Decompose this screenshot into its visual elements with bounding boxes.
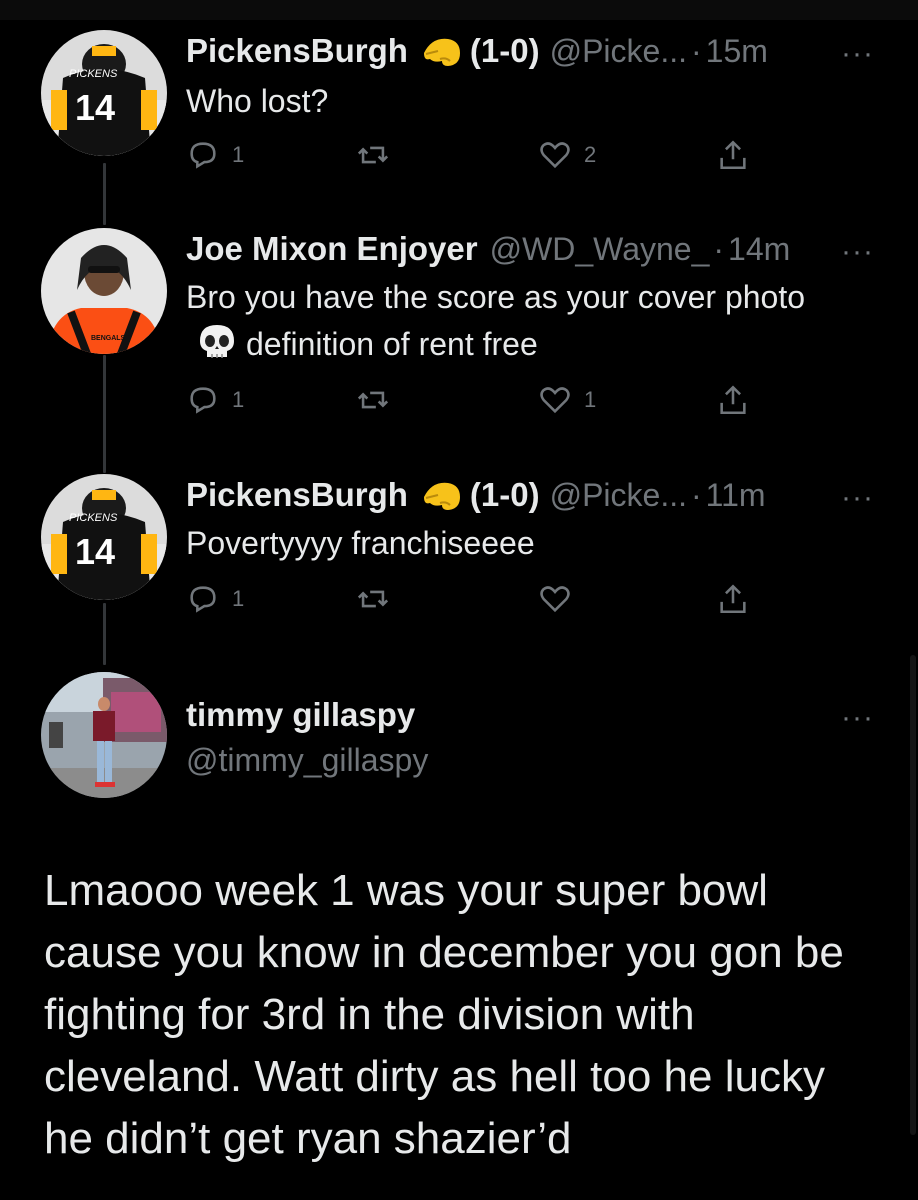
like-count: 2 bbox=[584, 142, 597, 167]
display-name[interactable]: PickensBurgh bbox=[186, 476, 408, 514]
display-name[interactable]: PickensBurgh bbox=[186, 32, 408, 70]
handle[interactable]: @Picke... bbox=[550, 477, 687, 514]
separator-dot: · bbox=[691, 476, 702, 513]
like-count: 1 bbox=[584, 387, 597, 412]
avatar-label: BENGALS bbox=[91, 335, 126, 342]
avatar[interactable]: PICKENS 14 bbox=[41, 30, 167, 156]
share-button[interactable] bbox=[716, 138, 762, 172]
tweet-text: Who lost? bbox=[186, 83, 329, 119]
like-button[interactable]: 1 bbox=[538, 383, 596, 417]
avatar-image: PICKENS 14 bbox=[41, 474, 167, 600]
more-icon[interactable]: ··· bbox=[841, 39, 874, 69]
reply-icon bbox=[190, 586, 216, 613]
reply-count: 1 bbox=[232, 387, 245, 412]
tweet-header: Joe Mixon Enjoyer @WD_Wayne_ · 14m bbox=[186, 230, 790, 268]
action-bar: 1 2 bbox=[186, 138, 746, 174]
share-icon bbox=[720, 140, 746, 170]
tweet-text: Bro you have the score as your cover pho… bbox=[186, 274, 806, 368]
action-bar: 1 1 bbox=[186, 383, 746, 419]
retweet-button[interactable] bbox=[356, 138, 402, 172]
pinching-hand-emoji bbox=[420, 33, 464, 69]
share-icon bbox=[720, 385, 746, 415]
handle[interactable]: @Picke... bbox=[550, 33, 687, 70]
retweet-button[interactable] bbox=[356, 582, 402, 616]
record: (1-0) bbox=[469, 32, 540, 69]
jersey-number: 14 bbox=[75, 531, 115, 572]
tweet-text: Povertyyyy franchiseeee bbox=[186, 525, 535, 561]
more-icon[interactable]: ··· bbox=[841, 237, 874, 267]
reply-icon bbox=[190, 387, 216, 414]
avatar[interactable]: BENGALS bbox=[41, 228, 167, 354]
avatar[interactable]: PICKENS 14 bbox=[41, 474, 167, 600]
like-icon bbox=[540, 586, 570, 613]
like-button[interactable] bbox=[538, 582, 584, 616]
more-icon[interactable]: ··· bbox=[841, 483, 874, 513]
share-button[interactable] bbox=[716, 383, 762, 417]
retweet-icon bbox=[357, 391, 389, 409]
record: (1-0) bbox=[469, 476, 540, 513]
more-icon[interactable]: ··· bbox=[841, 703, 874, 733]
pinching-hand-emoji bbox=[420, 477, 464, 513]
reply-button[interactable]: 1 bbox=[186, 383, 244, 417]
separator-dot: · bbox=[691, 32, 702, 69]
like-icon bbox=[540, 387, 570, 414]
tweet[interactable]: PICKENS 14 PickensBurgh (1-0) @Picke... … bbox=[0, 30, 918, 220]
tweet-text-part2: definition of rent free bbox=[246, 326, 538, 362]
avatar-image: PICKENS 14 bbox=[41, 30, 167, 156]
share-icon bbox=[720, 584, 746, 614]
avatar-image bbox=[41, 672, 167, 798]
timestamp[interactable]: 14m bbox=[728, 231, 790, 268]
tweet[interactable]: PICKENS 14 PickensBurgh (1-0) @Picke... … bbox=[0, 474, 918, 654]
separator-dot: · bbox=[713, 230, 725, 267]
action-bar: 1 bbox=[186, 582, 746, 618]
tweet-header: PickensBurgh (1-0) @Picke... · 15m bbox=[186, 32, 768, 70]
reply-button[interactable]: 1 bbox=[186, 138, 244, 172]
timestamp[interactable]: 15m bbox=[706, 33, 768, 70]
retweet-icon bbox=[357, 590, 389, 608]
top-bar bbox=[0, 0, 918, 20]
jersey-number: 14 bbox=[75, 87, 115, 128]
reply-count: 1 bbox=[232, 586, 245, 611]
tweet-header: PickensBurgh (1-0) @Picke... · 11m bbox=[186, 476, 766, 514]
scrollbar[interactable] bbox=[910, 655, 916, 1135]
reply-button[interactable]: 1 bbox=[186, 582, 244, 616]
tweet-text: Lmaooo week 1 was your super bowl cause … bbox=[44, 866, 844, 1163]
retweet-button[interactable] bbox=[356, 383, 402, 417]
avatar[interactable] bbox=[41, 672, 167, 798]
avatar-label: PICKENS bbox=[69, 512, 118, 524]
reply-icon bbox=[190, 142, 216, 169]
tweet[interactable]: BENGALS Joe Mixon Enjoyer @WD_Wayne_ · 1… bbox=[0, 228, 918, 468]
like-button[interactable]: 2 bbox=[538, 138, 596, 172]
like-icon bbox=[540, 142, 570, 169]
skull-emoji bbox=[196, 323, 238, 361]
display-name[interactable]: timmy gillaspy bbox=[186, 696, 415, 734]
tweet-text-part1: Bro you have the score as your cover pho… bbox=[186, 279, 806, 315]
reply-count: 1 bbox=[232, 142, 245, 167]
display-name[interactable]: Joe Mixon Enjoyer bbox=[186, 230, 478, 268]
share-button[interactable] bbox=[716, 582, 762, 616]
main-tweet[interactable]: timmy gillaspy @timmy_gillaspy ··· Lmaoo… bbox=[0, 672, 918, 1192]
handle[interactable]: @timmy_gillaspy bbox=[186, 742, 428, 779]
avatar-label: PICKENS bbox=[69, 68, 118, 80]
timestamp[interactable]: 11m bbox=[706, 477, 766, 514]
handle[interactable]: @WD_Wayne_ bbox=[490, 231, 710, 268]
retweet-icon bbox=[357, 146, 389, 164]
avatar-image: BENGALS bbox=[41, 228, 167, 354]
